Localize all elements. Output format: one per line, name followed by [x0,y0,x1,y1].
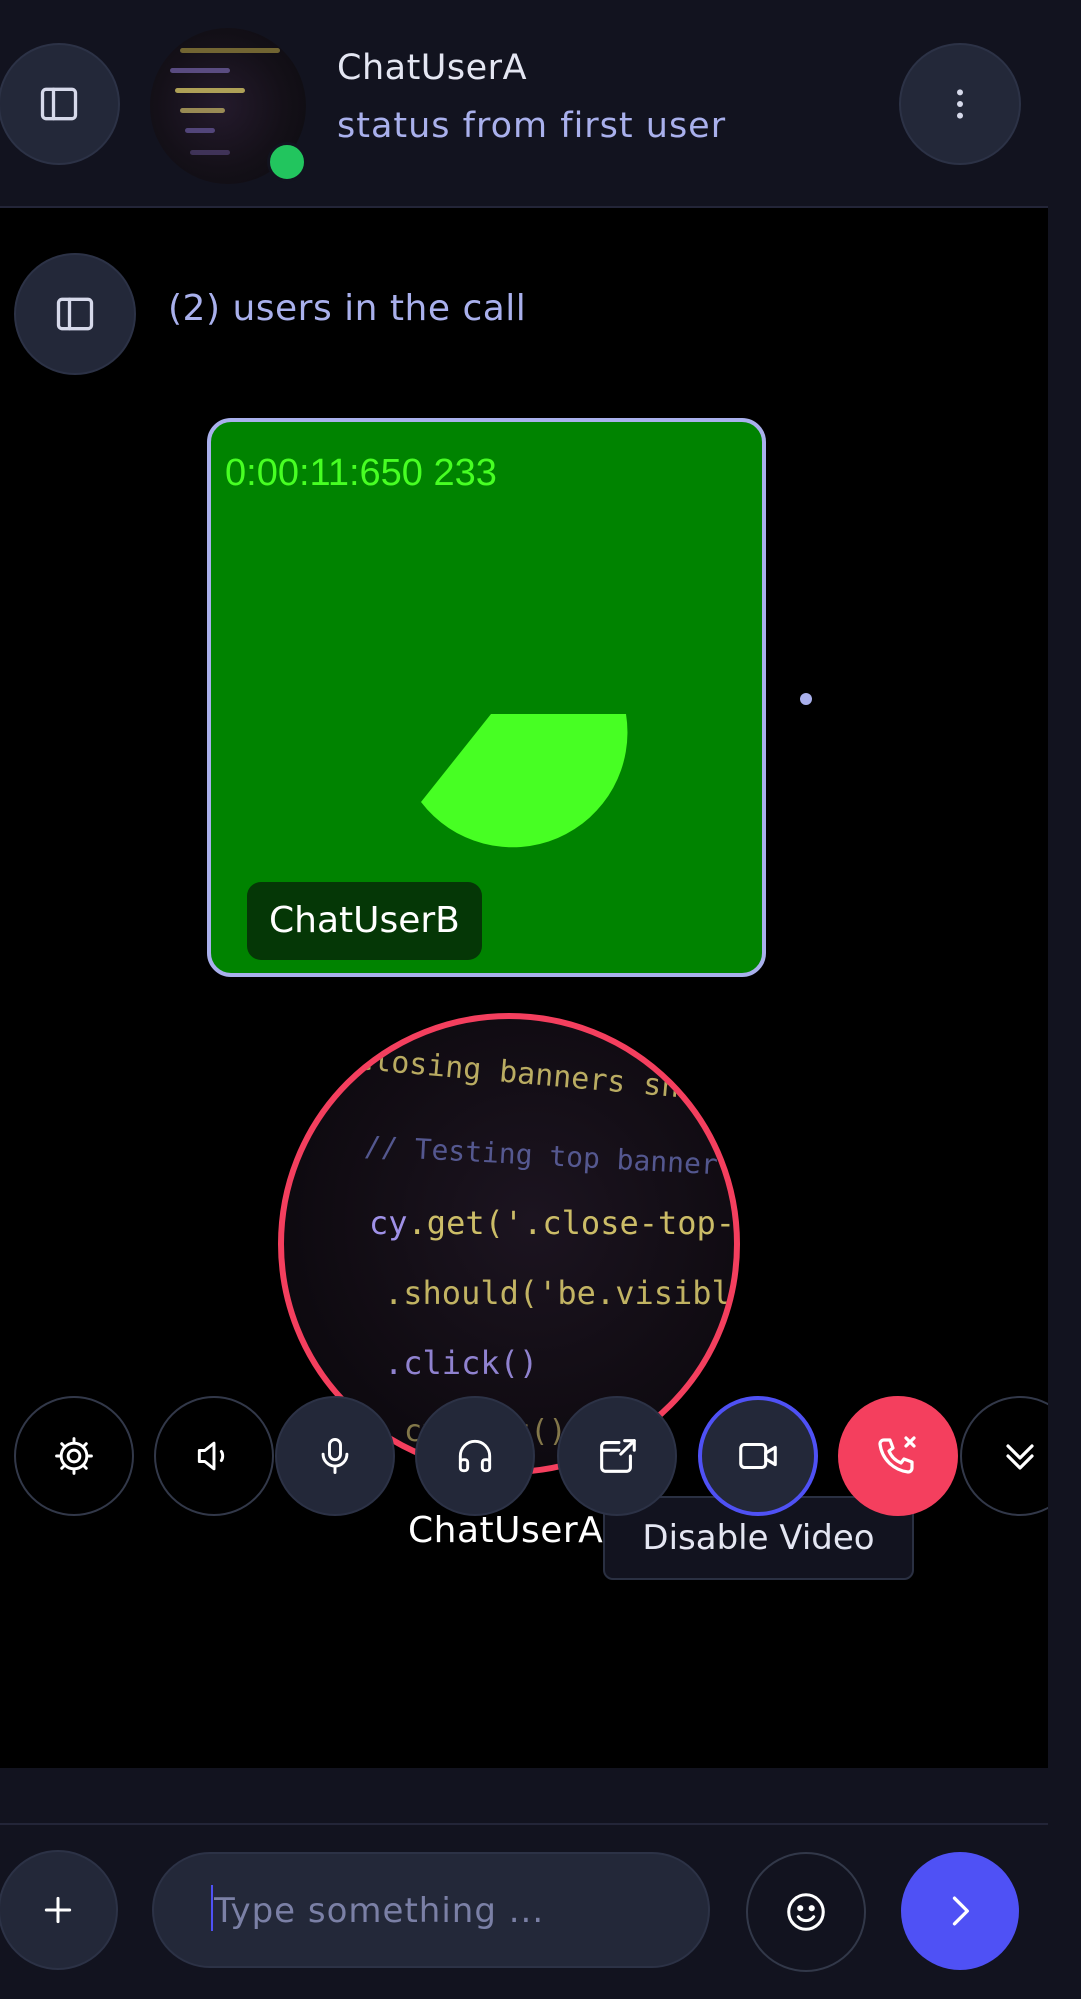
chevron-double-down-icon [1006,1444,1034,1470]
message-input-wrapper[interactable] [152,1852,710,1968]
sidebar-toggle-button[interactable] [0,43,120,165]
toggle-video-button[interactable] [698,1396,818,1516]
microphone-icon [321,1438,349,1474]
window-share-icon [600,1439,636,1473]
chat-call-screen: ChatUserA status from first user (2) use… [0,0,1081,1999]
screen-share-button[interactable] [557,1396,677,1516]
chevron-right-icon [952,1896,969,1926]
smiley-icon [787,1893,825,1931]
headphones-button[interactable] [415,1396,535,1516]
phone-hangup-icon [878,1436,916,1474]
chat-user-name: ChatUserA [337,48,528,88]
remote-participant-name: ChatUserB [247,882,482,960]
online-status-dot [267,142,307,182]
emoji-button[interactable] [746,1852,866,1972]
indicator-dot [800,693,812,705]
text-caret [211,1885,213,1931]
video-camera-icon [739,1442,777,1470]
divider [0,1823,1048,1825]
message-input[interactable] [212,1854,686,1968]
send-button[interactable] [901,1852,1019,1970]
add-attachment-button[interactable] [0,1850,118,1970]
speaker-button[interactable] [154,1396,274,1516]
end-call-button[interactable] [838,1396,958,1516]
chat-header: ChatUserA status from first user [0,0,1048,208]
sidebar-icon [40,87,78,121]
remote-video-tile[interactable]: 0:00:11:650 233 ChatUserB [207,418,766,977]
call-sidebar-toggle-button[interactable] [14,253,136,375]
more-options-button[interactable] [899,43,1021,165]
sidebar-icon [56,297,94,331]
call-users-count: (2) users in the call [168,288,527,329]
speaker-icon [197,1441,225,1471]
message-composer [0,1768,1048,1999]
plus-icon [44,1896,72,1924]
scroll-gutter [1048,208,1081,1768]
chat-user-status: status from first user [337,106,727,146]
local-participant-name: ChatUserA [408,1510,604,1551]
call-panel: (2) users in the call 0:00:11:650 233 Ch… [0,208,1080,1768]
microphone-button[interactable] [275,1396,395,1516]
gear-icon [55,1437,93,1475]
settings-button[interactable] [14,1396,134,1516]
headphones-icon [458,1439,492,1473]
kebab-menu-icon [957,89,963,119]
